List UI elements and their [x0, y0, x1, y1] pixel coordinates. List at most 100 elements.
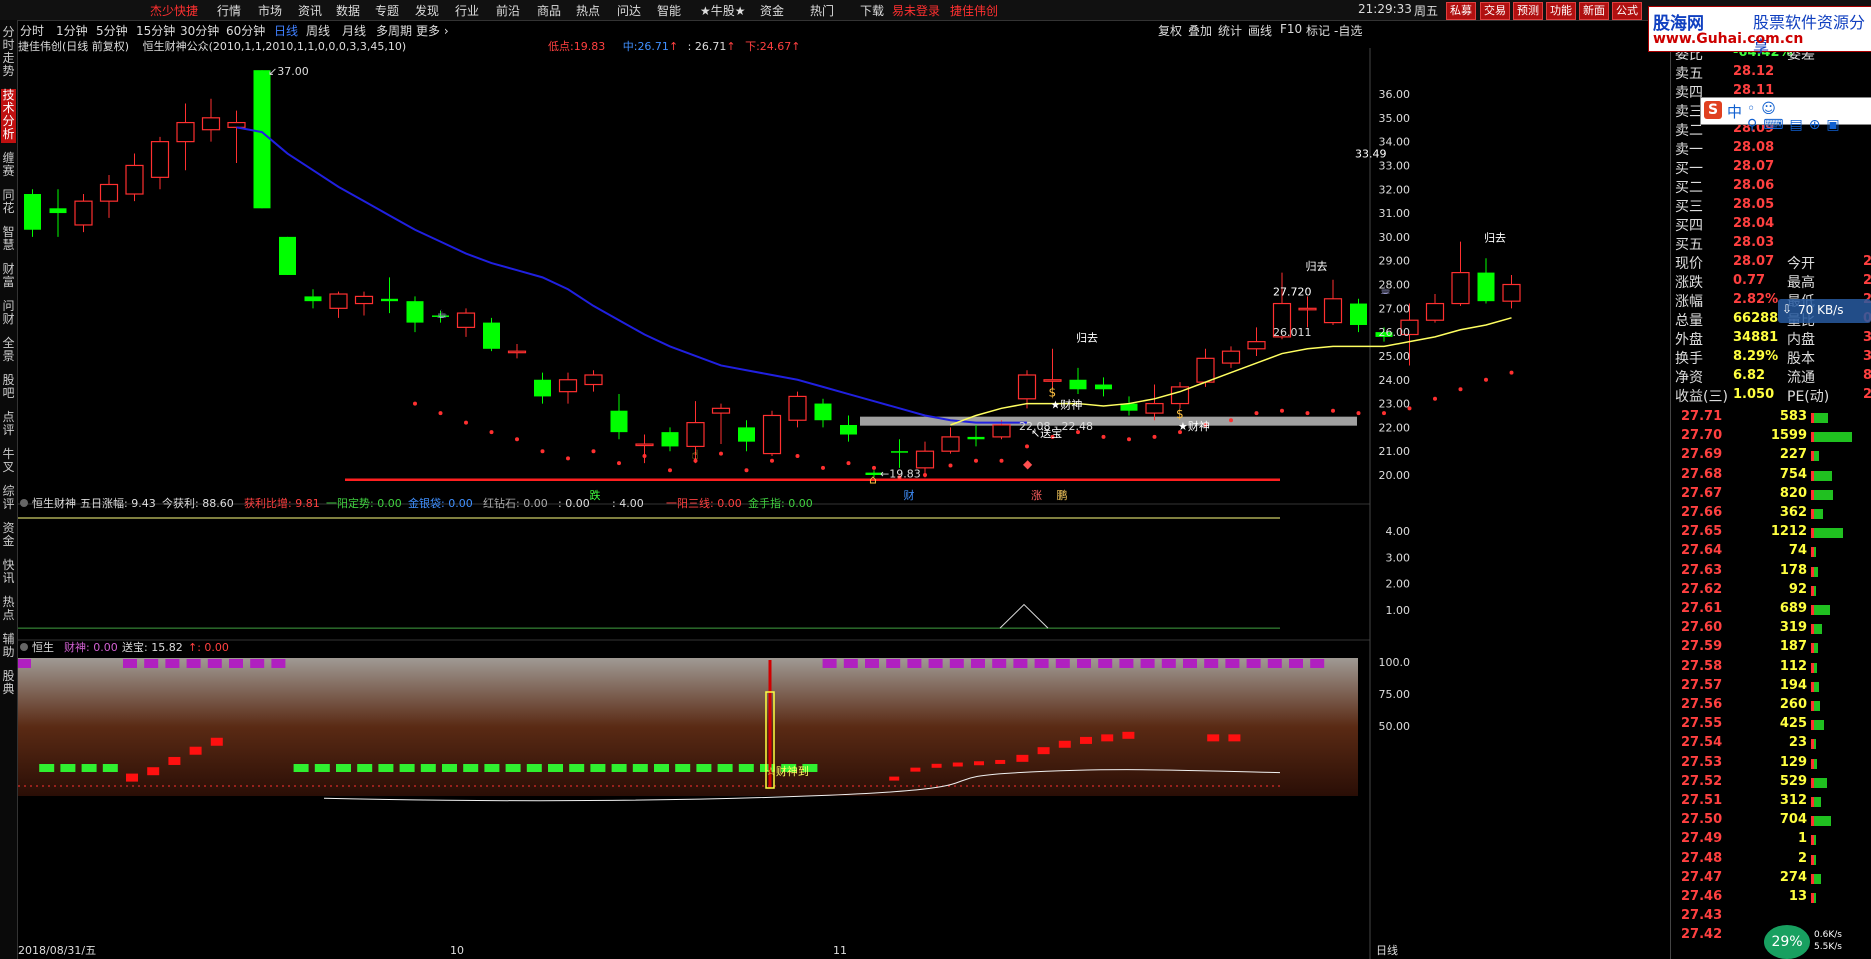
signal-dot: [617, 461, 621, 466]
candle-body: [915, 450, 935, 469]
left-tab-6[interactable]: 问财: [1, 300, 16, 328]
ma-line-blue: [236, 126, 1027, 424]
ob-bar: [1814, 624, 1822, 635]
main-menu-2[interactable]: 资讯: [298, 2, 322, 18]
chart-tool-1[interactable]: 叠加: [1188, 22, 1212, 39]
ob-volume: 529: [1779, 773, 1807, 789]
ob-bar: [1814, 432, 1852, 443]
chart-tool-4[interactable]: F10: [1280, 22, 1302, 36]
main-menu-4[interactable]: 专题: [375, 2, 399, 18]
ask-3-label: 卖二: [1675, 123, 1703, 139]
left-tab-16[interactable]: 股典: [1, 670, 16, 698]
watermark-logo: 股海网 股票软件资源分享 www.Guhai.com.cn: [1648, 6, 1871, 56]
left-tab-0[interactable]: 分时走势: [1, 26, 16, 80]
period-1[interactable]: 1分钟: [56, 22, 88, 39]
signal-dot: [999, 458, 1004, 463]
main-menu-3[interactable]: 数据: [336, 2, 360, 18]
red-block: [147, 767, 160, 776]
ind2-tick: 75.00: [1379, 688, 1411, 701]
main-menu-12[interactable]: ★牛股★: [700, 2, 746, 18]
purple-block: [1140, 659, 1155, 668]
ask-1-label: 卖四: [1675, 85, 1703, 101]
period-6[interactable]: 日线: [274, 22, 298, 39]
diamond-icon: ◆: [1023, 457, 1033, 471]
ime-mode[interactable]: 中: [1727, 101, 1742, 122]
ob-bar: [1814, 873, 1821, 884]
left-tab-10[interactable]: 牛叉: [1, 448, 16, 476]
red-block: [1228, 734, 1241, 742]
left-tab-15[interactable]: 辅助: [1, 633, 16, 661]
memory-percent[interactable]: 29%: [1764, 925, 1810, 959]
orderbook-row: 27.63 178: [1671, 563, 1871, 581]
candle-body: [176, 121, 195, 143]
ime-toolbar[interactable]: S 中 ◦☺⚲⌨▤⊕▣: [1700, 97, 1871, 133]
ob-volume: 1: [1797, 831, 1807, 847]
main-menu-6[interactable]: 行业: [455, 2, 479, 18]
period-5[interactable]: 60分钟: [226, 22, 265, 39]
tool-button-2[interactable]: 预测: [1513, 2, 1543, 20]
candle-body: [1095, 384, 1112, 390]
main-menu-5[interactable]: 发现: [415, 2, 439, 18]
ind1-name: 恒生财神: [32, 496, 76, 510]
left-tab-5[interactable]: 财富: [1, 263, 16, 291]
period-3[interactable]: 15分钟: [136, 22, 175, 39]
chart-area[interactable]: ↙37.00←19.8322.08 - 22.4827.72026.01133.…: [18, 48, 1670, 959]
stock-tag[interactable]: 捷佳伟创: [950, 2, 998, 18]
tool-button-1[interactable]: 交易: [1480, 2, 1510, 20]
orderbook-row: 27.46 13: [1671, 889, 1871, 907]
chart-tool-3[interactable]: 画线: [1248, 22, 1272, 39]
purple-block: [843, 659, 858, 668]
main-menu-13[interactable]: 资金: [760, 2, 784, 18]
signal-dot: [540, 449, 545, 454]
left-tab-9[interactable]: 点评: [1, 411, 16, 439]
chart-tool-2[interactable]: 统计: [1218, 22, 1242, 39]
ob-volume: 187: [1779, 639, 1807, 655]
ime-tools-icon[interactable]: ◦☺⚲⌨▤⊕▣: [1747, 101, 1871, 133]
ind1-item-1: 今获利: 88.60: [162, 496, 234, 510]
main-menu-11[interactable]: 智能: [657, 2, 681, 18]
candle-body: [1451, 271, 1470, 305]
main-menu-10[interactable]: 问达: [617, 2, 641, 18]
stat-6-label2: 流通: [1787, 370, 1815, 386]
chart-tool-5[interactable]: 标记: [1306, 22, 1330, 39]
main-menu-7[interactable]: 前沿: [496, 2, 520, 18]
main-menu-1[interactable]: 市场: [258, 2, 282, 18]
period-4[interactable]: 30分钟: [180, 22, 219, 39]
collapse-icon[interactable]: [20, 643, 28, 651]
tool-button-5[interactable]: 公式: [1612, 2, 1642, 20]
main-menu-8[interactable]: 商品: [537, 2, 561, 18]
left-tab-11[interactable]: 综评: [1, 485, 16, 513]
left-tab-3[interactable]: 同花: [1, 189, 16, 217]
period-2[interactable]: 5分钟: [96, 22, 128, 39]
period-8[interactable]: 月线: [342, 22, 366, 39]
left-tab-13[interactable]: 快讯: [1, 559, 16, 587]
chart-tool-0[interactable]: 复权: [1158, 22, 1182, 39]
main-menu-14[interactable]: 热门: [810, 2, 834, 18]
login-status[interactable]: 易未登录: [892, 2, 940, 18]
app-name[interactable]: 杰少快捷: [150, 2, 198, 18]
stat-4-value: 34881: [1733, 330, 1779, 345]
ob-bar: [1814, 739, 1816, 750]
main-menu-9[interactable]: 热点: [576, 2, 600, 18]
left-tab-14[interactable]: 热点: [1, 596, 16, 624]
chart-tool-6[interactable]: -自选: [1334, 22, 1362, 39]
left-tab-2[interactable]: 缠赛: [1, 152, 16, 180]
ask-1-value: 28.11: [1733, 83, 1775, 98]
period-7[interactable]: 周线: [306, 22, 330, 39]
tool-button-0[interactable]: 私募: [1446, 2, 1476, 20]
period-10[interactable]: 更多 ›: [416, 22, 449, 39]
main-menu-15[interactable]: 下载: [860, 2, 884, 18]
period-0[interactable]: 分时: [20, 22, 44, 39]
left-tab-12[interactable]: 资金: [1, 522, 16, 550]
tool-button-4[interactable]: 新面: [1579, 2, 1609, 20]
collapse-icon[interactable]: [20, 499, 28, 507]
main-menu-0[interactable]: 行情: [217, 2, 241, 18]
period-9[interactable]: 多周期: [376, 22, 412, 39]
candle-body: [584, 374, 603, 386]
left-tab-4[interactable]: 智慧: [1, 226, 16, 254]
left-tab-8[interactable]: 股吧: [1, 374, 16, 402]
quote-panel: 委比-64.42%委差卖五28.12卖四28.11卖三28.10卖二28.09卖…: [1670, 45, 1871, 959]
left-tab-1[interactable]: 技术分析: [1, 89, 16, 143]
tool-button-3[interactable]: 功能: [1546, 2, 1576, 20]
left-tab-7[interactable]: 全景: [1, 337, 16, 365]
